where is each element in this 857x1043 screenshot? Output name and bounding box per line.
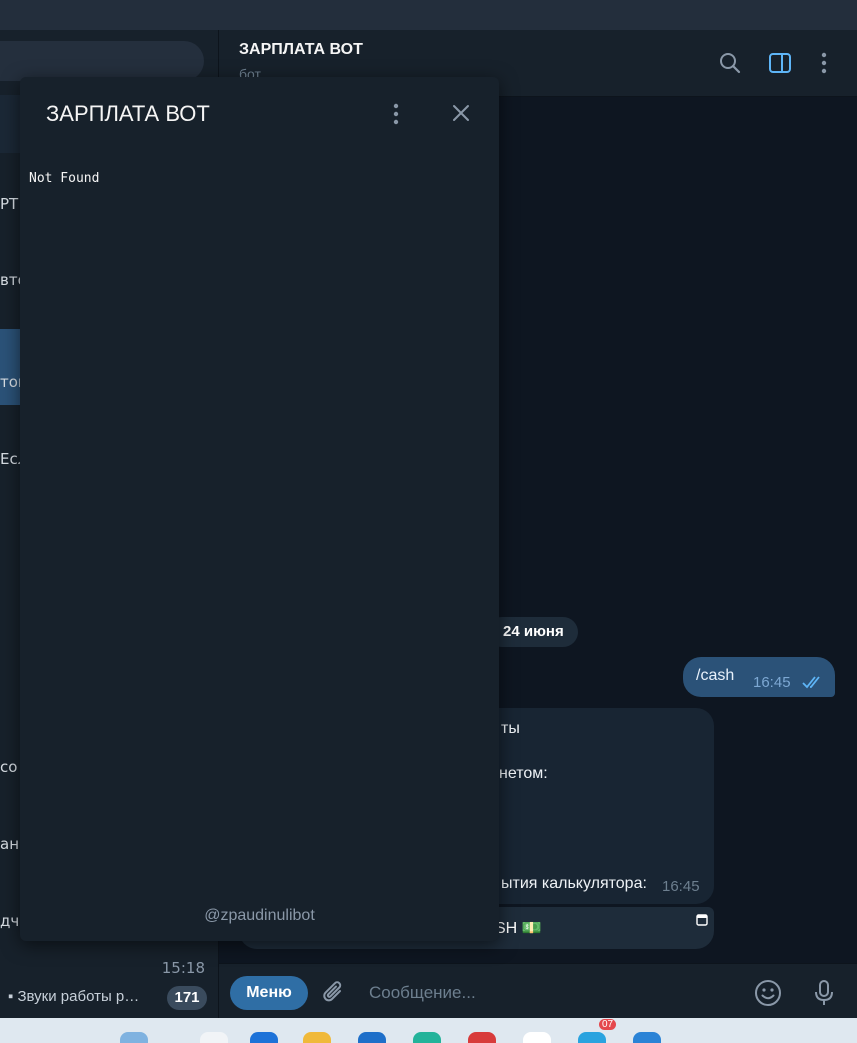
chat-list-item-text[interactable]: дч <box>0 912 19 930</box>
composer: Меню <box>219 963 857 1018</box>
message-text: /cash <box>696 667 735 684</box>
chat-list-item-selected[interactable] <box>0 329 20 405</box>
telegram-icon[interactable] <box>578 1032 606 1043</box>
taskbar-notification-badge: 07 <box>599 1019 617 1030</box>
chat-search-box[interactable] <box>0 41 204 81</box>
message-text: ытия калькулятора: <box>501 875 647 892</box>
popup-bot-username[interactable]: @zpaudinulibot <box>20 907 499 925</box>
close-icon[interactable] <box>450 102 472 124</box>
taskbar-app-icon[interactable] <box>413 1032 441 1043</box>
webapp-content-text: Not Found <box>29 171 100 186</box>
read-checkmarks-icon <box>802 674 824 689</box>
message-time: 16:45 <box>753 674 791 691</box>
taskbar-app-icon[interactable] <box>200 1032 228 1043</box>
window-titlebar <box>0 0 857 30</box>
outgoing-message[interactable]: /cash 16:45 <box>683 657 835 697</box>
search-icon[interactable] <box>717 50 743 76</box>
bot-menu-button[interactable]: Меню <box>230 976 308 1010</box>
chat-list-item-time: 15:18 <box>161 959 205 977</box>
more-vertical-icon[interactable] <box>811 50 837 76</box>
taskbar-app-icon[interactable] <box>250 1032 278 1043</box>
date-separator: 24 июня <box>487 617 578 647</box>
microphone-icon[interactable] <box>809 978 839 1008</box>
inline-button-label: SH 💵 <box>495 920 542 937</box>
taskbar-app-icon[interactable] <box>468 1032 496 1043</box>
message-text: нетом: <box>499 765 548 782</box>
chat-title[interactable]: ЗАРПЛАТА ВОТ <box>239 41 363 59</box>
taskbar-app-icon[interactable] <box>633 1032 661 1043</box>
popup-title: ЗАРПЛАТА ВОТ <box>46 101 210 126</box>
folder-icon[interactable] <box>303 1032 331 1043</box>
sidebar-toggle-icon[interactable] <box>767 50 793 76</box>
chat-list-item-preview[interactable]: ▪ Звуки работы р… <box>8 988 139 1005</box>
web-app-icon <box>696 911 708 926</box>
message-text: ты <box>501 720 520 737</box>
taskbar-app-icon[interactable] <box>523 1032 551 1043</box>
chat-list-item-text[interactable]: со <box>0 758 17 776</box>
message-time: 16:45 <box>662 878 700 895</box>
unread-badge: 171 <box>167 986 207 1010</box>
taskbar: 07 <box>0 1018 857 1043</box>
taskbar-app-icon[interactable] <box>358 1032 386 1043</box>
taskbar-app-icon[interactable] <box>120 1032 148 1043</box>
attach-icon[interactable] <box>319 978 349 1008</box>
emoji-icon[interactable] <box>753 978 783 1008</box>
message-input[interactable] <box>369 981 729 1005</box>
more-vertical-icon[interactable] <box>386 101 406 127</box>
bot-webapp-popup: ЗАРПЛАТА ВОТ Not Found @zpaudinulibot <box>20 77 499 941</box>
